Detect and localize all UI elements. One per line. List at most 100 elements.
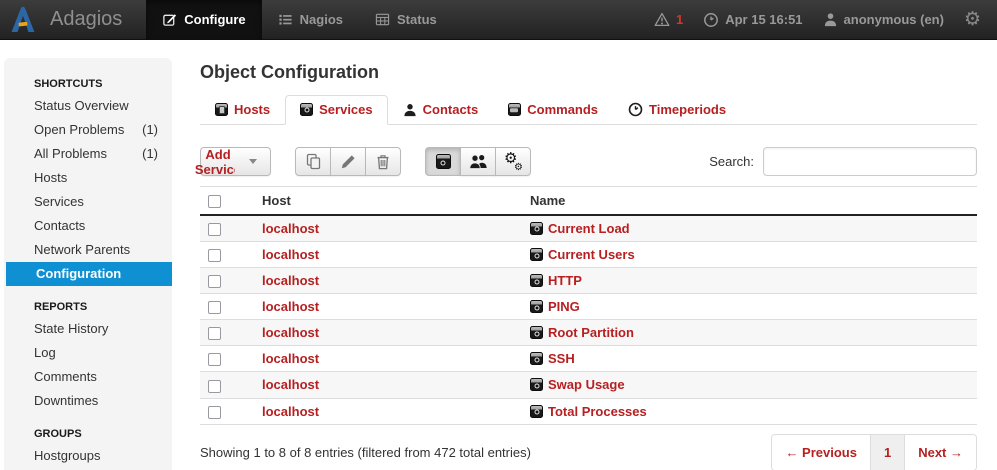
sidebar-item-label: Configuration: [36, 267, 121, 281]
host-link[interactable]: localhost: [262, 247, 319, 262]
add-service-dropdown-button[interactable]: [235, 147, 271, 176]
host-link[interactable]: localhost: [262, 325, 319, 340]
nav-item-status[interactable]: Status: [359, 0, 453, 40]
tab-commands[interactable]: Commands: [493, 95, 613, 125]
nav-item-label: Status: [397, 12, 437, 27]
service-link[interactable]: Current Users: [548, 247, 635, 262]
sidebar-item-configuration[interactable]: Configuration: [6, 262, 172, 286]
service-link[interactable]: Total Processes: [548, 404, 647, 419]
row-checkbox[interactable]: [208, 275, 221, 288]
list-icon: [278, 12, 293, 27]
sidebar-item-status-overview[interactable]: Status Overview: [4, 94, 172, 118]
host-link[interactable]: localhost: [262, 221, 319, 236]
tab-hosts[interactable]: Hosts: [200, 95, 285, 125]
edit-icon: [162, 12, 177, 27]
service-window-icon: [530, 274, 543, 287]
datetime-indicator[interactable]: Apr 15 16:51: [703, 12, 802, 28]
edit-button[interactable]: [330, 147, 366, 176]
row-checkbox[interactable]: [208, 380, 221, 393]
service-window-icon: [530, 248, 543, 261]
sidebar-item-hostgroups[interactable]: Hostgroups: [4, 444, 172, 468]
table-row: localhost SSH: [200, 346, 977, 372]
host-link[interactable]: localhost: [262, 404, 319, 419]
service-link[interactable]: Current Load: [548, 221, 630, 236]
sidebar-heading: REPORTS: [4, 295, 172, 317]
services-view-button[interactable]: [425, 147, 461, 176]
sidebar-item-network-parents[interactable]: Network Parents: [4, 238, 172, 262]
people-icon: [469, 154, 488, 169]
sidebar-item-all-problems[interactable]: All Problems(1): [4, 142, 172, 166]
copy-icon: [305, 153, 322, 170]
navbar-right: 1 Apr 15 16:51 anonymous (en) ⚙: [654, 10, 997, 29]
clock-icon: [703, 12, 719, 28]
column-header-name[interactable]: Name: [522, 187, 977, 216]
add-service-button[interactable]: Add Service: [200, 147, 236, 176]
search-label: Search:: [709, 154, 754, 169]
row-checkbox[interactable]: [208, 223, 221, 236]
sidebar-item-state-history[interactable]: State History: [4, 317, 172, 341]
row-checkbox[interactable]: [208, 249, 221, 262]
tab-label: Hosts: [234, 102, 270, 117]
row-checkbox[interactable]: [208, 353, 221, 366]
table-row: localhost Root Partition: [200, 320, 977, 346]
host-link[interactable]: localhost: [262, 351, 319, 366]
row-checkbox[interactable]: [208, 406, 221, 419]
user-label: anonymous (en): [844, 12, 944, 27]
service-link[interactable]: Swap Usage: [548, 377, 625, 392]
alerts-indicator[interactable]: 1: [654, 12, 683, 27]
tab-label: Commands: [527, 102, 598, 117]
host-link[interactable]: localhost: [262, 377, 319, 392]
column-header-host[interactable]: Host: [254, 187, 522, 216]
sidebar-heading: SHORTCUTS: [4, 72, 172, 94]
tab-contacts[interactable]: Contacts: [388, 95, 494, 125]
sidebar-item-contacts[interactable]: Contacts: [4, 214, 172, 238]
gears-icon: ⚙ ⚙: [504, 154, 522, 170]
host-link[interactable]: localhost: [262, 273, 319, 288]
search-input[interactable]: [763, 147, 977, 176]
sidebar-item-hosts[interactable]: Hosts: [4, 166, 172, 190]
service-window-icon: [530, 378, 543, 391]
previous-page-button[interactable]: ← Previous: [772, 435, 870, 470]
service-window-icon: [530, 352, 543, 365]
sidebar-section-groups: GROUPS Hostgroups: [4, 422, 172, 468]
row-checkbox[interactable]: [208, 301, 221, 314]
contacts-view-button[interactable]: [460, 147, 496, 176]
edit-actions-group: [295, 147, 401, 176]
tab-timeperiods[interactable]: Timeperiods: [613, 95, 741, 125]
service-window-icon: [530, 405, 543, 418]
user-menu[interactable]: anonymous (en): [823, 12, 944, 27]
nav-item-nagios[interactable]: Nagios: [262, 0, 359, 40]
tab-label: Services: [319, 102, 373, 117]
main-content: Object Configuration Hosts Services Cont…: [200, 60, 977, 470]
table-row: localhost PING: [200, 294, 977, 320]
select-all-checkbox[interactable]: [208, 195, 221, 208]
current-page-button[interactable]: 1: [870, 435, 905, 470]
settings-view-button[interactable]: ⚙ ⚙: [495, 147, 531, 176]
table-row: localhost Current Users: [200, 242, 977, 268]
nav-item-configure[interactable]: Configure: [146, 0, 261, 40]
sidebar-item-label: Comments: [34, 370, 97, 384]
delete-button[interactable]: [365, 147, 401, 176]
service-link[interactable]: HTTP: [548, 273, 582, 288]
sidebar-item-label: All Problems: [34, 147, 107, 161]
service-link[interactable]: PING: [548, 299, 580, 314]
settings-gear-icon[interactable]: ⚙: [964, 10, 981, 29]
copy-button[interactable]: [295, 147, 331, 176]
next-page-button[interactable]: Next →: [905, 435, 976, 470]
service-link[interactable]: SSH: [548, 351, 575, 366]
sidebar-item-comments[interactable]: Comments: [4, 365, 172, 389]
brand-name: Adagios: [50, 8, 122, 31]
adagios-logo-icon: [8, 5, 38, 35]
sidebar-item-downtimes[interactable]: Downtimes: [4, 389, 172, 413]
sidebar-item-open-problems[interactable]: Open Problems(1): [4, 118, 172, 142]
table-row: localhost HTTP: [200, 268, 977, 294]
sidebar: SHORTCUTS Status Overview Open Problems(…: [4, 58, 172, 470]
row-checkbox[interactable]: [208, 327, 221, 340]
entries-info: Showing 1 to 8 of 8 entries (filtered fr…: [200, 445, 531, 460]
sidebar-item-log[interactable]: Log: [4, 341, 172, 365]
brand[interactable]: Adagios: [0, 5, 146, 35]
host-link[interactable]: localhost: [262, 299, 319, 314]
tab-services[interactable]: Services: [285, 95, 388, 125]
service-link[interactable]: Root Partition: [548, 325, 634, 340]
sidebar-item-services[interactable]: Services: [4, 190, 172, 214]
